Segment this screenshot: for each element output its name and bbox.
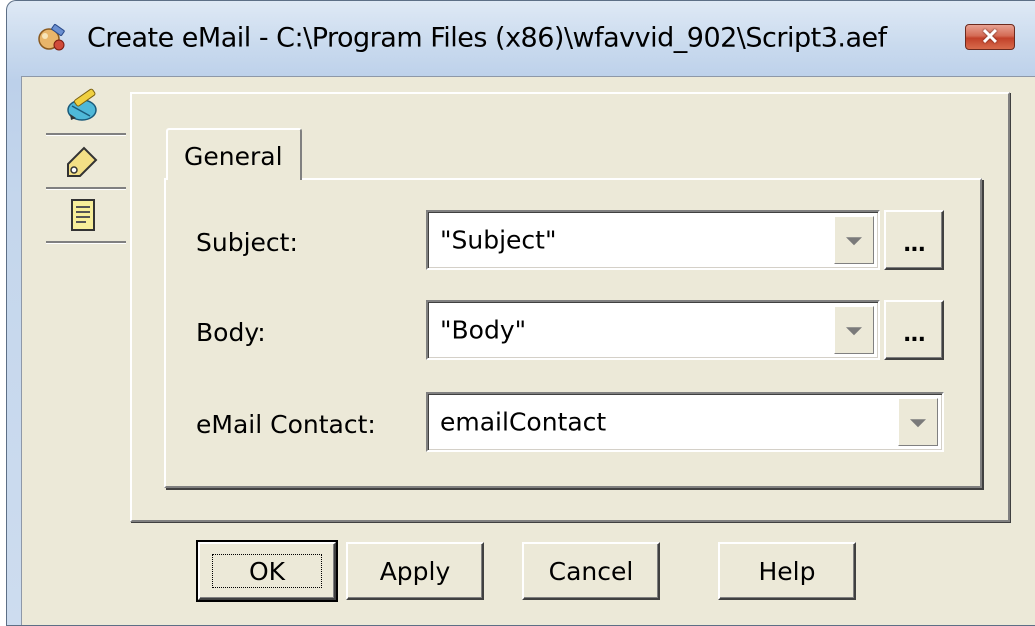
email-contact-label: eMail Contact:	[196, 410, 376, 439]
document-icon	[71, 199, 95, 231]
script-editor-icon	[38, 23, 65, 51]
subject-label: Subject:	[196, 228, 298, 257]
ellipsis-label: ...	[902, 321, 926, 347]
strip-item-comments[interactable]	[40, 194, 126, 244]
cancel-label: Cancel	[548, 556, 634, 586]
apply-label: Apply	[379, 556, 451, 586]
window-title: Create eMail - C:\Program Files (x86)\wf…	[87, 22, 887, 54]
subject-dropdown-button[interactable]	[834, 216, 874, 264]
body-value[interactable]: "Body"	[440, 316, 526, 345]
help-label: Help	[758, 556, 816, 586]
cancel-button[interactable]: Cancel	[522, 542, 660, 600]
body-combobox[interactable]: "Body"	[426, 300, 880, 360]
subject-combobox[interactable]: "Subject"	[426, 210, 880, 270]
tab-general-label: General	[184, 142, 283, 171]
tag-label-icon	[67, 146, 98, 177]
subject-value[interactable]: "Subject"	[440, 226, 556, 255]
apply-button[interactable]: Apply	[346, 542, 484, 600]
close-button[interactable]: ✕	[965, 24, 1015, 50]
body-expression-button[interactable]: ...	[884, 300, 944, 360]
help-button[interactable]: Help	[718, 542, 856, 600]
body-dropdown-button[interactable]	[834, 306, 874, 354]
body-label: Body:	[196, 318, 266, 347]
ok-button[interactable]: OK	[196, 540, 338, 602]
strip-item-general[interactable]	[40, 86, 126, 136]
close-icon: ✕	[980, 24, 1000, 49]
tab-general[interactable]: General	[166, 128, 302, 180]
email-contact-value[interactable]: emailContact	[440, 408, 606, 437]
email-contact-combobox[interactable]: emailContact	[426, 392, 944, 452]
wizard-pencil-icon	[67, 88, 97, 121]
title-bar[interactable]: Create eMail - C:\Program Files (x86)\wf…	[7, 1, 1035, 65]
subject-expression-button[interactable]: ...	[884, 210, 944, 270]
ok-label: OK	[248, 556, 286, 586]
page-selector-strip	[40, 86, 130, 256]
strip-item-label[interactable]	[40, 140, 126, 190]
ellipsis-label: ...	[902, 231, 926, 257]
email-contact-dropdown-button[interactable]	[898, 398, 938, 446]
